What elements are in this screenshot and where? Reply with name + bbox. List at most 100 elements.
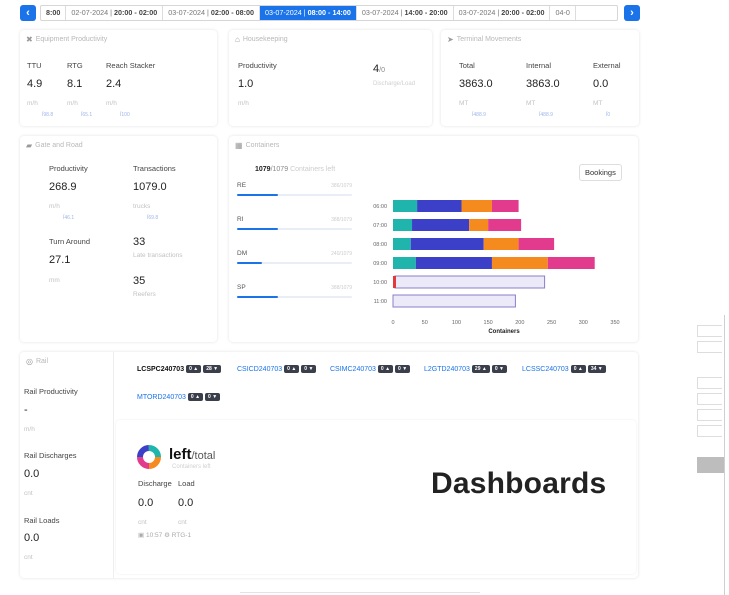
y-tick-label: 09:00 (373, 261, 387, 267)
card-title: Equipment Productivity (35, 36, 108, 43)
hk-right-sub: Discharge/Load (373, 81, 416, 87)
down-count: 28 (206, 366, 212, 372)
shift-time: 20:00 - 02:00 (501, 8, 545, 17)
down-count: 0 (398, 366, 401, 372)
shift-time: 20:00 - 02:00 (114, 8, 158, 17)
train-tab[interactable]: LCSPC240703 0 ▲ 28 ▼ (137, 365, 222, 373)
bookings-button[interactable]: Bookings (579, 164, 622, 181)
shift-tab[interactable]: 8:00 (41, 6, 67, 20)
arrow-down-icon: ▼ (212, 394, 218, 400)
gate-productivity-label: Productivity (49, 164, 88, 173)
x-tick-label: 350 (610, 320, 619, 326)
arrow-down-icon: ▼ (499, 366, 504, 372)
down-count-badge: 34 ▼ (587, 365, 606, 373)
next-shift-button[interactable]: › (624, 5, 640, 21)
train-tab[interactable]: L2GTD240703 29 ▲ 0 ▼ (424, 365, 507, 373)
reach-stacker-unit: m/h (106, 100, 117, 107)
left-label: left (169, 446, 192, 463)
total-sub: Ϊ488.9 (472, 112, 486, 118)
side-box[interactable] (697, 393, 722, 405)
shift-list: 8:00 02-07-2024 | 20:00 - 02:00 03-07-2024… (40, 5, 618, 21)
rail-discharges-label: Rail Discharges (24, 451, 77, 460)
external-sub: Ϊ0 (606, 112, 611, 118)
side-box[interactable] (697, 377, 722, 389)
equipment-productivity-card: ✖ Equipment Productivity TTU RTG Reach St… (20, 30, 217, 126)
external-unit: MT (593, 100, 603, 107)
y-tick-label: 11:00 (374, 299, 387, 305)
rail-icon: ◎ (26, 357, 33, 366)
gate-road-card: ▰ Gate and Road Productivity 268.9 m/h Ϊ4… (20, 136, 217, 342)
late-transactions-label: Late transactions (133, 252, 183, 259)
x-tick-label: 300 (579, 320, 588, 326)
up-count-badge: 0 ▲ (186, 365, 202, 373)
prev-shift-button[interactable]: ‹ (20, 5, 36, 21)
shift-date: 03-07-2024 (265, 8, 302, 17)
truck-icon: ▰ (26, 141, 33, 150)
shift-tab[interactable]: 03-07-2024 | 08:00 - 14:00 (260, 6, 357, 20)
up-count-badge: 29 ▲ (471, 365, 490, 373)
train-name: LCSPC240703 (137, 365, 185, 373)
shift-tab[interactable]: 03-07-2024 | 20:00 - 02:00 (454, 6, 551, 20)
rtg-sub: Ϊ65.1 (81, 112, 93, 118)
containers-card: ▦ Containers 1079/1079 Containers left Bo… (229, 136, 638, 342)
bar-segment (393, 257, 416, 269)
internal-unit: MT (526, 100, 536, 107)
bar-segment (393, 276, 396, 288)
train-tab[interactable]: CSICD240703 0 ▲ 0 ▼ (237, 365, 317, 373)
train-tab[interactable]: LCSSC240703 0 ▲ 34 ▼ (522, 365, 606, 373)
shift-tab[interactable]: 03-07-2024 | 14:00 - 20:00 (357, 6, 454, 20)
category-progress (237, 194, 352, 196)
container-icon: ▦ (235, 141, 243, 150)
x-tick-label: 200 (515, 320, 524, 326)
x-tick-label: 150 (484, 320, 493, 326)
arrow-up-icon: ▲ (195, 394, 201, 400)
bar-segment (415, 257, 492, 269)
x-tick-label: 100 (452, 320, 461, 326)
rail-discharges-value: 0.0 (24, 468, 40, 480)
category-count: 388/1079 (331, 285, 352, 291)
up-count: 0 (287, 366, 290, 372)
shift-time: 14:00 - 20:00 (404, 8, 448, 17)
train-name: L2GTD240703 (424, 365, 470, 373)
card-title: Gate and Road (35, 142, 83, 149)
detail-time: 10:57 (145, 532, 163, 539)
discharge-unit: cnt (138, 519, 147, 526)
arrow-down-icon: ▼ (308, 366, 314, 372)
down-count: 0 (208, 394, 211, 400)
discharge-label: Discharge (138, 479, 172, 488)
shift-tab[interactable]: 02-07-2024 | 20:00 - 02:00 (66, 6, 164, 20)
shift-tab[interactable]: 03-07-2024 | 02:00 - 08:00 (163, 6, 261, 20)
rail-loads-unit: cnt (24, 554, 33, 561)
bar-segment (393, 219, 413, 231)
turnaround-unit: mm (49, 277, 60, 284)
side-box[interactable] (697, 325, 722, 337)
arrow-down-icon: ▼ (597, 366, 603, 372)
up-count-badge: 0 ▲ (284, 365, 300, 373)
side-box[interactable] (697, 341, 722, 353)
container-category[interactable]: RI 388/1079 (237, 216, 352, 230)
container-category[interactable]: RE 386/1079 (237, 182, 352, 196)
bar-segment (461, 200, 492, 212)
container-category[interactable]: DM 240/1079 (237, 250, 352, 264)
bar-segment (547, 257, 595, 269)
shift-tab[interactable]: 04-0 (550, 6, 576, 20)
total-label: Total (459, 61, 475, 70)
chevron-left-icon: ‹ (26, 7, 30, 19)
y-tick-label: 06:00 (373, 204, 387, 210)
category-count: 388/1079 (331, 217, 352, 223)
bar-segment (393, 200, 418, 212)
side-box[interactable] (697, 425, 722, 437)
side-box[interactable] (697, 409, 722, 421)
bar-segment (392, 294, 516, 308)
shift-date: 03-07-2024 (361, 8, 399, 17)
bar-segment (491, 257, 548, 269)
bar-segment (394, 275, 546, 289)
train-tab[interactable]: CSIMC240703 0 ▲ 0 ▼ (330, 365, 411, 373)
rail-card: ◎ Rail Rail Productivity - m/h Rail Disch… (20, 352, 638, 578)
reefers-label: Reefers (133, 291, 156, 298)
containers-caption: Containers left (290, 166, 336, 173)
train-tab[interactable]: MTORD240703 0 ▲ 0 ▼ (137, 393, 221, 401)
container-category[interactable]: SP 388/1079 (237, 284, 352, 298)
total-unit: MT (459, 100, 469, 107)
bar-segment (488, 219, 522, 231)
